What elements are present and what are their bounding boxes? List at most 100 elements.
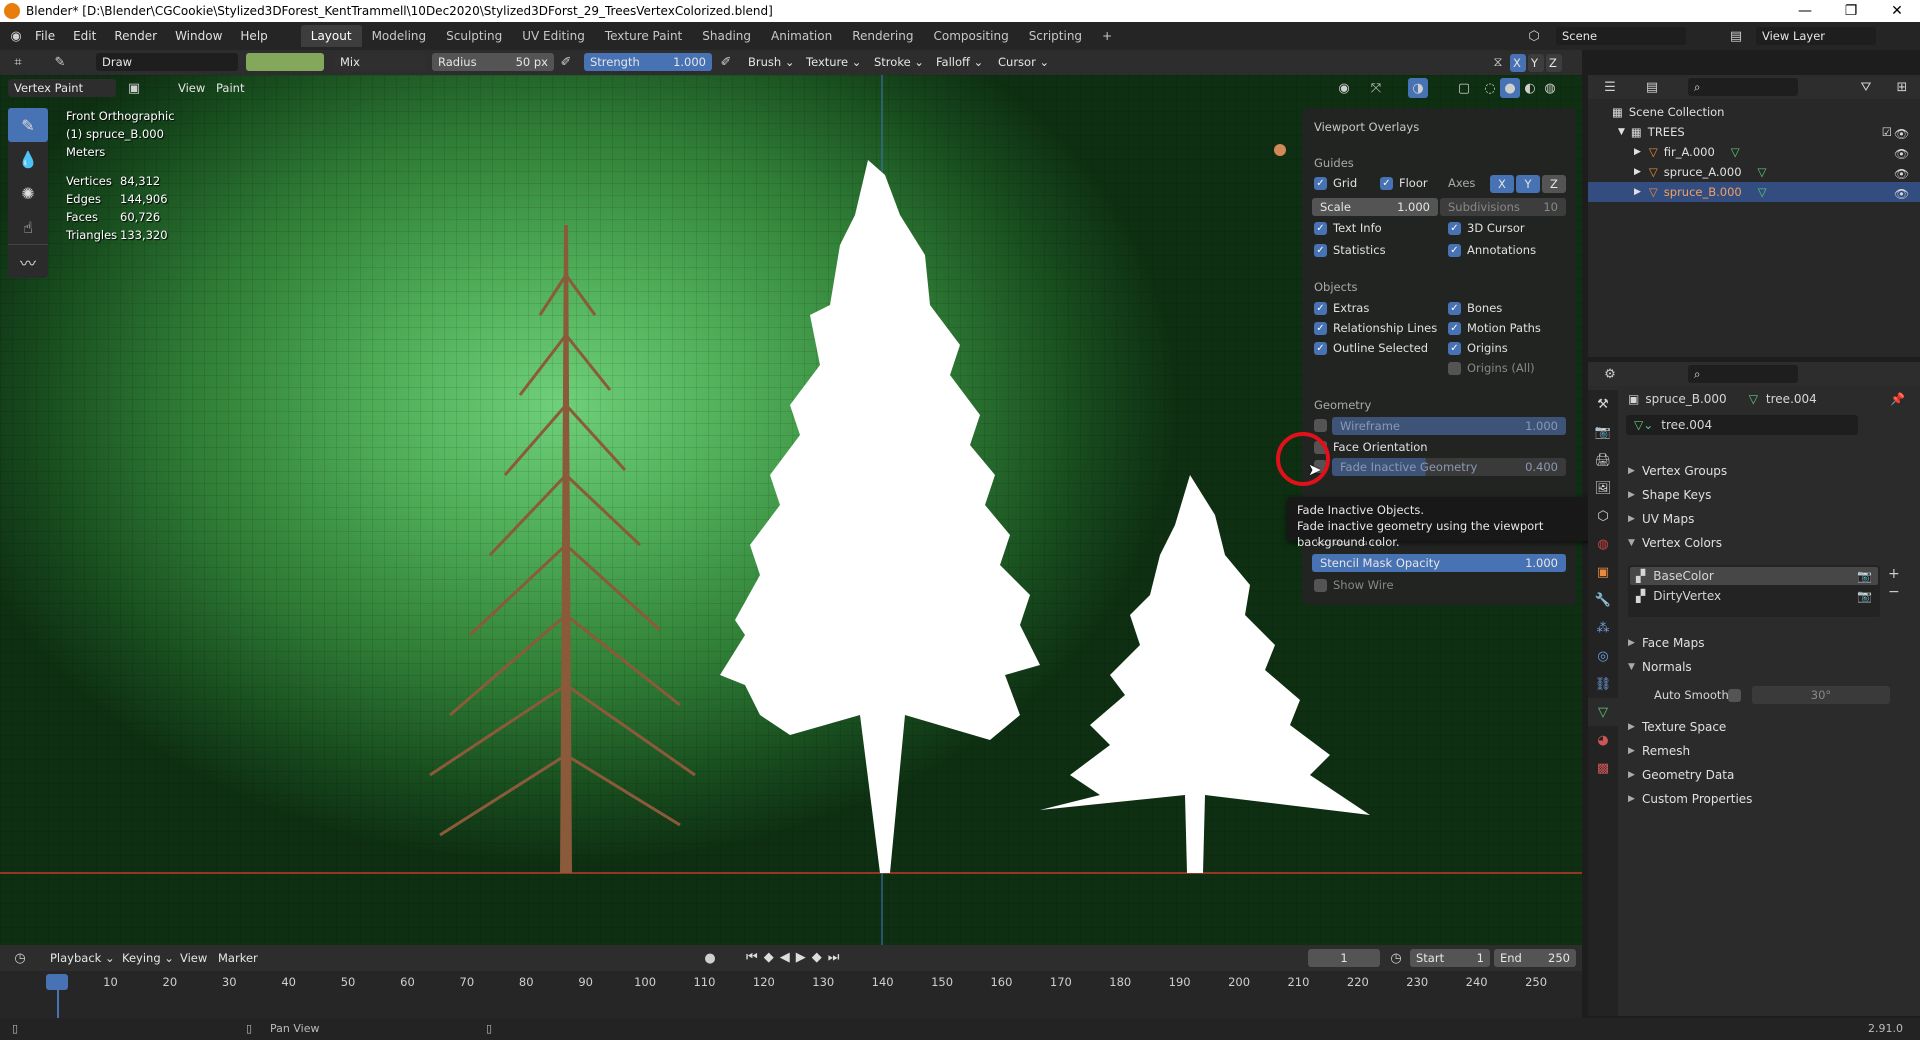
- gizmo-icon[interactable]: ⤧: [1366, 78, 1386, 98]
- auto-keying-icon[interactable]: ●: [700, 948, 720, 968]
- panel-shape-keys[interactable]: ▶ Shape Keys: [1628, 484, 1914, 506]
- wireframe-shading-icon[interactable]: ◌: [1480, 78, 1500, 98]
- expand-arrow-icon[interactable]: ▶: [1634, 167, 1641, 177]
- tab-scripting[interactable]: Scripting: [1019, 25, 1092, 47]
- keying-menu[interactable]: Keying ⌄: [116, 949, 180, 967]
- average-tool-icon[interactable]: ✺: [8, 176, 48, 210]
- bones-checkbox[interactable]: ✓ Bones: [1448, 301, 1502, 315]
- world-tab-icon[interactable]: ◍: [1588, 530, 1618, 558]
- extras-checkbox[interactable]: ✓ Extras: [1314, 301, 1369, 315]
- outliner-row-trees[interactable]: ▼ ▦ TREES ☑: [1588, 122, 1920, 142]
- outliner-row-object[interactable]: ▶ ▽ fir_A.000 ▽: [1588, 142, 1920, 162]
- annotate-tool-icon[interactable]: 〰: [8, 244, 48, 278]
- visibility-icon[interactable]: ◉: [1334, 78, 1354, 98]
- blend-mode-dropdown[interactable]: Mix: [334, 53, 426, 71]
- tab-shading[interactable]: Shading: [692, 25, 761, 47]
- physics-tab-icon[interactable]: ◎: [1588, 642, 1618, 670]
- filter-icon[interactable]: ⛛: [1856, 77, 1876, 97]
- minimize-button[interactable]: —: [1782, 0, 1828, 22]
- stroke-menu[interactable]: Stroke ⌄: [868, 53, 930, 71]
- eye-icon[interactable]: 👁: [1894, 184, 1909, 204]
- tab-texture-paint[interactable]: Texture Paint: [595, 25, 692, 47]
- overlays-toggle-icon[interactable]: ◑: [1408, 78, 1428, 98]
- rendered-shading-icon[interactable]: ◍: [1540, 78, 1560, 98]
- draw-tool-icon[interactable]: ✎: [8, 108, 48, 142]
- solid-shading-icon[interactable]: ●: [1500, 78, 1520, 98]
- paint-mask-icon[interactable]: ▣: [124, 78, 144, 98]
- brush-icon[interactable]: ✎: [50, 52, 70, 72]
- tab-compositing[interactable]: Compositing: [923, 25, 1018, 47]
- expand-arrow-icon[interactable]: ▶: [1634, 187, 1641, 197]
- strength-slider[interactable]: Strength 1.000: [584, 53, 712, 71]
- falloff-menu[interactable]: Falloff ⌄: [930, 53, 989, 71]
- modifier-tab-icon[interactable]: 🔧: [1588, 586, 1618, 614]
- axis-x-toggle[interactable]: X: [1490, 175, 1514, 193]
- text-info-checkbox[interactable]: ✓ Text Info: [1314, 221, 1382, 235]
- radius-field[interactable]: Radius 50 px: [432, 53, 554, 71]
- outliner-row-scene-collection[interactable]: ▦ Scene Collection: [1588, 102, 1920, 122]
- playback-menu[interactable]: Playback ⌄: [44, 949, 121, 967]
- symmetry-x-toggle[interactable]: X: [1510, 54, 1526, 72]
- annotations-checkbox[interactable]: ✓ Annotations: [1448, 243, 1536, 257]
- add-icon[interactable]: +: [1888, 565, 1900, 583]
- active-render-icon[interactable]: 📷: [1857, 589, 1872, 603]
- mode-selector[interactable]: Vertex Paint: [8, 79, 116, 97]
- tab-modeling[interactable]: Modeling: [362, 25, 437, 47]
- particles-tab-icon[interactable]: ⁂: [1588, 614, 1618, 642]
- symmetry-icon[interactable]: ⧖: [1488, 52, 1508, 72]
- strength-pressure-icon[interactable]: ✐: [716, 52, 736, 72]
- next-keyframe-icon[interactable]: ◆: [812, 950, 828, 965]
- eye-icon[interactable]: 👁: [1894, 144, 1909, 164]
- grid-checkbox[interactable]: ✓ Grid: [1314, 176, 1357, 190]
- material-tab-icon[interactable]: ◕: [1588, 726, 1618, 754]
- maximize-button[interactable]: ❐: [1828, 0, 1874, 22]
- panel-geometry-data[interactable]: ▶ Geometry Data: [1628, 764, 1914, 786]
- stencil-mask-opacity-slider[interactable]: Stencil Mask Opacity 1.000: [1312, 554, 1566, 572]
- show-wire-checkbox[interactable]: ✓Show Wire: [1314, 578, 1394, 592]
- expand-arrow-icon[interactable]: ▶: [1634, 147, 1641, 157]
- expand-arrow-icon[interactable]: ▼: [1618, 127, 1625, 137]
- 3d-cursor-checkbox[interactable]: ✓ 3D Cursor: [1448, 221, 1525, 235]
- scene-selector[interactable]: Scene: [1556, 27, 1686, 45]
- menu-edit[interactable]: Edit: [64, 25, 105, 47]
- tab-sculpting[interactable]: Sculpting: [436, 25, 512, 47]
- properties-editor-icon[interactable]: ⚙: [1600, 364, 1620, 384]
- exclude-checkbox-icon[interactable]: ☑: [1882, 125, 1892, 139]
- relationship-lines-checkbox[interactable]: ✓ Relationship Lines: [1314, 321, 1437, 335]
- auto-smooth-angle-field[interactable]: 30°: [1752, 686, 1890, 704]
- motion-paths-checkbox[interactable]: ✓ Motion Paths: [1448, 321, 1541, 335]
- render-tab-icon[interactable]: 📷: [1588, 418, 1618, 446]
- outliner-row-object-selected[interactable]: ▶ ▽ spruce_B.000 ▽: [1588, 182, 1920, 202]
- outliner-row-object[interactable]: ▶ ▽ spruce_A.000 ▽: [1588, 162, 1920, 182]
- start-frame-field[interactable]: Start 1: [1410, 949, 1490, 967]
- preview-range-icon[interactable]: ◷: [1386, 948, 1406, 968]
- statistics-checkbox[interactable]: ✓ Statistics: [1314, 243, 1386, 257]
- outliner-editor-icon[interactable]: ☰: [1600, 77, 1620, 97]
- menu-window[interactable]: Window: [166, 25, 231, 47]
- jump-start-icon[interactable]: ⏮: [746, 950, 764, 965]
- properties-search-input[interactable]: ⌕: [1688, 365, 1798, 383]
- jump-end-icon[interactable]: ⏭: [828, 950, 846, 965]
- brush-name-field[interactable]: Draw: [96, 53, 238, 71]
- play-icon[interactable]: ▶: [796, 950, 812, 965]
- face-orientation-checkbox[interactable]: ✓Face Orientation: [1314, 440, 1428, 454]
- tab-animation[interactable]: Animation: [761, 25, 842, 47]
- close-button[interactable]: ✕: [1874, 0, 1920, 22]
- blender-menu-icon[interactable]: ◉: [6, 26, 26, 46]
- panel-vertex-colors[interactable]: ▼ Vertex Colors: [1628, 532, 1914, 554]
- panel-face-maps[interactable]: ▶ Face Maps: [1628, 632, 1914, 654]
- origins-checkbox[interactable]: ✓ Origins: [1448, 341, 1508, 355]
- floor-checkbox[interactable]: ✓ Floor: [1380, 176, 1428, 190]
- blur-tool-icon[interactable]: 💧: [8, 142, 48, 176]
- outline-selected-checkbox[interactable]: ✓ Outline Selected: [1314, 341, 1428, 355]
- material-shading-icon[interactable]: ◐: [1520, 78, 1540, 98]
- view-menu[interactable]: View: [172, 79, 211, 97]
- symmetry-z-toggle[interactable]: Z: [1546, 54, 1562, 72]
- editor-type-icon[interactable]: ⌗: [8, 52, 28, 72]
- pin-icon[interactable]: 📌: [1890, 392, 1905, 406]
- view-layer-selector[interactable]: View Layer: [1756, 27, 1876, 45]
- play-reverse-icon[interactable]: ◀: [780, 950, 796, 965]
- panel-vertex-groups[interactable]: ▶ Vertex Groups: [1628, 460, 1914, 482]
- panel-custom-properties[interactable]: ▶ Custom Properties: [1628, 788, 1914, 810]
- remove-icon[interactable]: −: [1888, 583, 1900, 601]
